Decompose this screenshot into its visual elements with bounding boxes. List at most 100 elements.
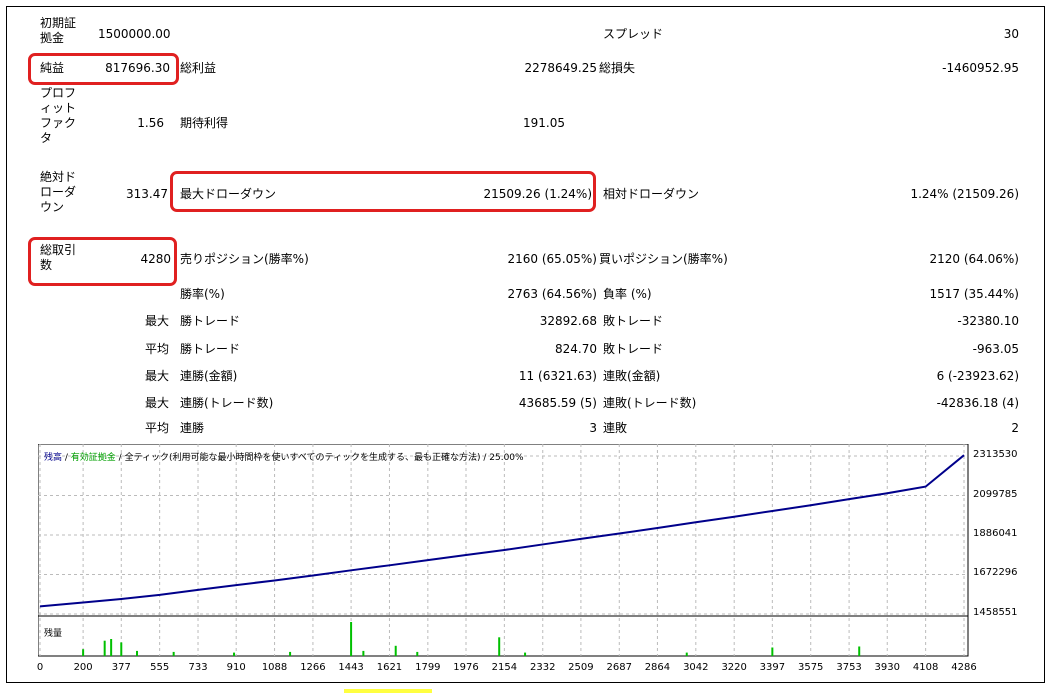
- x-tick-label: 2687: [606, 662, 632, 673]
- volume-label: 残量: [44, 629, 63, 639]
- max-consec-wins-count-label: 連勝(トレード数): [180, 396, 274, 410]
- volume-bar: [172, 651, 175, 656]
- y-tick-label: 1886041: [973, 527, 1018, 539]
- initial-deposit-label: 初期証 拠金: [40, 16, 77, 45]
- x-tick-label: 2332: [530, 662, 556, 673]
- x-tick-label: 2864: [644, 662, 671, 673]
- avg-consec-wins-label: 連勝: [180, 421, 205, 435]
- avg-consec-wins-value: 3: [589, 421, 597, 435]
- x-tick-label: 2154: [491, 662, 518, 673]
- legend-description: 全ティック(利用可能な最小時間枠を使いすべてのティックを生成する、最も正確な方法…: [124, 453, 524, 463]
- win-rate-label: 勝率(%): [180, 287, 225, 301]
- absolute-drawdown-value: 313.47: [126, 187, 168, 201]
- total-trades-highlight: [28, 237, 177, 286]
- legend-balance: 残高: [44, 453, 63, 463]
- legend-sep-1: /: [62, 453, 71, 463]
- y-tick-label: 1458551: [973, 607, 1018, 618]
- x-tick-label: 910: [226, 662, 246, 673]
- volume-bar: [110, 639, 113, 656]
- gross-loss-label: 総損失: [599, 61, 636, 75]
- volume-bar: [289, 651, 292, 656]
- avg-loss-label: 敗トレード: [603, 342, 664, 356]
- legend-sep-2: /: [115, 453, 125, 463]
- volume-bar: [498, 637, 501, 656]
- balance-chart: [38, 444, 969, 657]
- largest-win-label: 勝トレード: [180, 314, 241, 328]
- max-drawdown-highlight: [170, 171, 596, 212]
- x-tick-label: 200: [73, 662, 93, 673]
- volume-bar: [416, 651, 419, 656]
- spread-value: 30: [1003, 27, 1019, 41]
- highlight-marker: [344, 689, 432, 693]
- y-tick-label: 2313530: [973, 449, 1018, 460]
- gross-loss-value: -1460952.95: [942, 61, 1019, 75]
- loss-rate-label: 負率 (%): [603, 287, 652, 301]
- short-positions-label: 売りポジション(勝率%): [180, 252, 309, 266]
- largest-loss-value: -32380.10: [957, 314, 1019, 328]
- x-tick-label: 1621: [376, 662, 403, 673]
- profit-factor-label: プロフ ィット ファク タ: [40, 86, 77, 145]
- volume-bar: [394, 645, 397, 656]
- max-consec-losses-money-value: 6 (-23923.62): [936, 369, 1019, 383]
- x-tick-label: 4108: [912, 662, 939, 673]
- volume-bar: [362, 650, 365, 656]
- avg-label: 平均: [145, 342, 170, 356]
- x-tick-label: 3042: [683, 662, 709, 673]
- x-tick-label: 1799: [415, 662, 441, 673]
- legend-equity: 有効証拠金: [70, 453, 116, 463]
- long-positions-value: 2120 (64.06%): [929, 252, 1019, 266]
- avg-label-2: 平均: [145, 421, 170, 435]
- avg-win-value: 824.70: [555, 342, 597, 356]
- x-tick-label: 1976: [453, 662, 479, 673]
- x-tick-label: 3220: [721, 662, 747, 673]
- profit-factor-value: 1.56: [137, 116, 164, 130]
- x-tick-label: 1443: [338, 662, 364, 673]
- x-tick-label: 1088: [261, 662, 288, 673]
- max-label-3: 最大: [145, 396, 170, 410]
- max-consec-losses-money-label: 連敗(金額): [603, 369, 661, 383]
- loss-rate-value: 1517 (35.44%): [929, 287, 1019, 301]
- x-tick-label: 2509: [568, 662, 594, 673]
- volume-bar: [82, 649, 85, 656]
- max-consec-wins-money-value: 11 (6321.63): [518, 369, 597, 383]
- chart-header: 残高 / 有効証拠金 / 全ティック(利用可能な最小時間枠を使いすべてのティック…: [44, 450, 524, 463]
- x-tick-label: 555: [150, 662, 170, 673]
- x-tick-label: 3397: [759, 662, 786, 673]
- max-consec-losses-count-value: -42836.18 (4): [936, 396, 1019, 410]
- x-tick-label: 3753: [836, 662, 862, 673]
- volume-bar: [233, 652, 236, 656]
- volume-bar: [685, 652, 688, 656]
- expected-payoff-value: 191.05: [523, 116, 565, 130]
- net-profit-highlight: [28, 53, 179, 85]
- avg-consec-losses-label: 連敗: [603, 421, 628, 435]
- gross-profit-label: 総利益: [180, 61, 217, 75]
- short-positions-value: 2160 (65.05%): [507, 252, 597, 266]
- x-tick-label: 377: [111, 662, 131, 673]
- gross-profit-value: 2278649.25: [524, 61, 597, 75]
- volume-bar: [120, 642, 123, 656]
- x-tick-label: 733: [188, 662, 208, 673]
- avg-consec-losses-value: 2: [1011, 421, 1019, 435]
- x-tick-label: 3930: [874, 662, 900, 673]
- volume-bar: [136, 650, 139, 656]
- y-tick-label: 1672296: [973, 567, 1018, 579]
- volume-bar: [350, 622, 353, 656]
- long-positions-label: 買いポジション(勝率%): [599, 252, 728, 266]
- spread-label: スプレッド: [603, 27, 664, 41]
- largest-win-value: 32892.68: [539, 314, 597, 328]
- win-rate-value: 2763 (64.56%): [507, 287, 597, 301]
- volume-bar: [524, 652, 527, 656]
- relative-drawdown-label: 相対ドローダウン: [603, 187, 700, 201]
- volume-bar: [858, 646, 861, 656]
- avg-win-label: 勝トレード: [180, 342, 241, 356]
- max-label: 最大: [145, 314, 170, 328]
- x-tick-label: 3575: [797, 662, 824, 673]
- initial-deposit-value: 1500000.00: [98, 27, 171, 41]
- x-tick-label: 0: [36, 662, 44, 673]
- max-consec-losses-count-label: 連敗(トレード数): [603, 396, 697, 410]
- x-tick-label: 1266: [300, 662, 326, 673]
- x-tick-label: 4286: [951, 662, 977, 673]
- volume-bar: [771, 647, 774, 656]
- max-consec-wins-count-value: 43685.59 (5): [518, 396, 597, 410]
- max-label-2: 最大: [145, 369, 170, 383]
